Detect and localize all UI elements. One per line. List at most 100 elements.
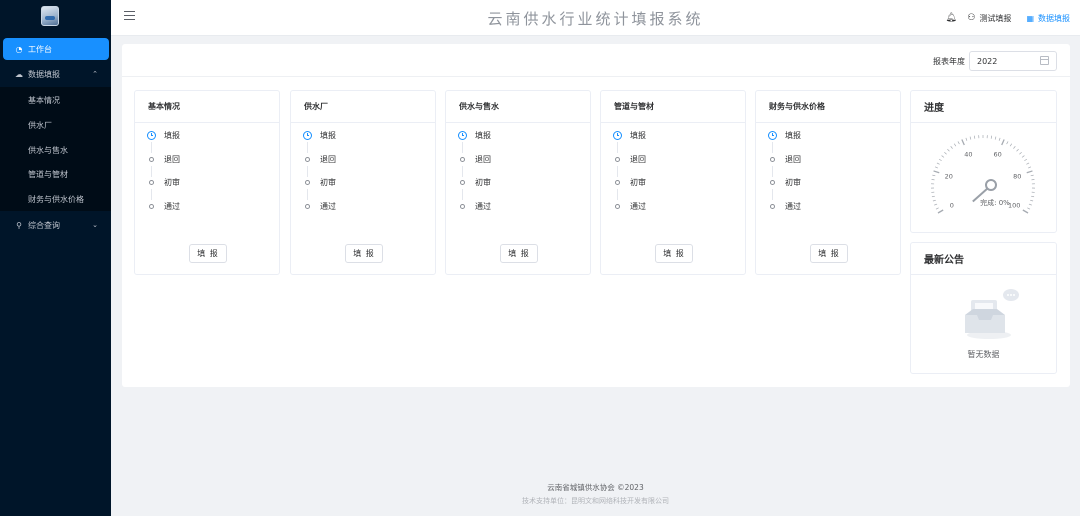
status-step: 退回	[458, 155, 491, 179]
gauge-minor-tick	[1019, 151, 1022, 155]
sidebar-item-dashboard[interactable]: ◔ 工作台	[3, 38, 109, 60]
fill-report-button[interactable]: 填 报	[500, 244, 538, 263]
sidebar-subitem-pipes[interactable]: 管道与管材	[0, 162, 111, 186]
data-report-label: 数据填报	[1038, 13, 1070, 23]
top-header: 云南供水行业统计填报系统 🔔︎ ⚇ 测试填报 ▦ 数据填报	[111, 0, 1080, 36]
status-step: 退回	[147, 155, 180, 179]
clock-icon	[768, 131, 777, 140]
step-dot-icon	[303, 178, 312, 187]
sidebar-subitem-finance[interactable]: 财务与供水价格	[0, 187, 111, 211]
clock-icon	[147, 131, 156, 140]
fill-report-button[interactable]: 填 报	[810, 244, 848, 263]
year-label: 报表年度	[933, 57, 965, 66]
gauge-minor-tick	[1031, 195, 1035, 198]
card-title: 供水厂	[291, 91, 435, 123]
sidebar-subitem-plant[interactable]: 供水厂	[0, 113, 111, 137]
step-label: 初审	[785, 178, 801, 187]
status-step: 通过	[458, 202, 491, 226]
gauge-major-tick	[961, 139, 965, 146]
step-connector	[617, 165, 618, 177]
card-title: 管道与管材	[601, 91, 745, 123]
fill-report-button[interactable]: 填 报	[655, 244, 693, 263]
step-dot-icon	[147, 155, 156, 164]
gauge-tick-label: 20	[945, 172, 953, 180]
step-label: 退回	[630, 154, 646, 164]
status-step: 填报	[458, 131, 491, 155]
fill-report-button[interactable]: 填 报	[189, 244, 227, 263]
gauge-minor-tick	[994, 136, 997, 140]
year-picker[interactable]: 2022	[969, 51, 1057, 71]
step-label: 通过	[475, 201, 491, 211]
gauge-minor-tick	[934, 166, 938, 169]
gauge-major-tick	[937, 209, 944, 214]
step-dot-icon	[768, 178, 777, 187]
step-label: 填报	[320, 131, 336, 140]
gauge-minor-tick	[944, 151, 947, 155]
sidebar-subitem-basic[interactable]: 基本情况	[0, 88, 111, 112]
gauge-minor-tick	[938, 158, 942, 162]
status-step: 退回	[768, 155, 801, 179]
step-connector	[772, 142, 773, 153]
gauge-minor-tick	[934, 203, 938, 206]
sidebar-subitem-label: 基本情况	[28, 95, 60, 105]
report-card-2: 供水与售水 填报 退回 初审 通过 填 报	[445, 90, 591, 275]
notice-title: 最新公告	[911, 243, 1056, 275]
data-report-link[interactable]: ▦ 数据填报	[1026, 13, 1070, 24]
step-dot-icon	[303, 202, 312, 211]
gauge-minor-tick	[990, 135, 993, 139]
status-step: 填报	[303, 131, 336, 155]
gauge-minor-tick	[932, 174, 936, 177]
card-title: 基本情况	[135, 91, 279, 123]
step-connector	[462, 165, 463, 177]
step-dot-icon	[458, 155, 467, 164]
gauge-tick-label: 80	[1013, 172, 1021, 180]
gauge-minor-tick	[932, 199, 936, 202]
gauge-major-tick	[1001, 139, 1005, 146]
sidebar-item-query[interactable]: ⚲ 综合查询 ⌄	[0, 213, 111, 237]
status-steps: 填报 退回 初审 通过	[613, 131, 646, 225]
notice-card: 最新公告 暂无数据	[910, 242, 1057, 374]
report-card-0: 基本情况 填报 退回 初审 通过 填 报	[134, 90, 280, 275]
user-menu[interactable]: ⚇ 测试填报	[967, 13, 1011, 24]
bell-icon[interactable]: 🔔︎	[945, 13, 956, 23]
gauge-tick-label: 60	[994, 151, 1002, 159]
step-label: 填报	[785, 131, 801, 140]
gauge-minor-tick	[1028, 203, 1032, 206]
step-label: 填报	[164, 131, 180, 140]
step-dot-icon	[613, 202, 622, 211]
step-connector	[617, 142, 618, 153]
cloud-upload-icon: ☁	[15, 69, 23, 79]
footer-support: 技术支持单位：昆明文和网络科技开发有限公司	[522, 497, 669, 505]
step-dot-icon	[458, 202, 467, 211]
gauge-minor-tick	[957, 141, 960, 145]
status-step: 退回	[303, 155, 336, 179]
gauge-major-tick	[1026, 170, 1033, 174]
fill-report-button[interactable]: 填 报	[345, 244, 383, 263]
step-dot-icon	[147, 202, 156, 211]
status-step: 通过	[147, 202, 180, 226]
card-title: 财务与供水价格	[756, 91, 900, 123]
report-card-3: 管道与管材 填报 退回 初审 通过 填 报	[600, 90, 746, 275]
step-label: 初审	[320, 178, 336, 187]
status-steps: 填报 退回 初审 通过	[458, 131, 491, 225]
gauge-tick-label: 40	[964, 151, 972, 159]
user-icon: ⚇	[967, 13, 976, 23]
step-label: 退回	[475, 154, 491, 164]
gauge-minor-tick	[950, 146, 953, 149]
progress-card: 进度 0 20 40 60 80 100 完成: 0%	[910, 90, 1057, 233]
gauge-minor-tick	[1027, 207, 1031, 210]
step-connector	[772, 189, 773, 200]
sidebar-item-data-report[interactable]: ☁ 数据填报 ⌃	[0, 62, 111, 86]
report-card-4: 财务与供水价格 填报 退回 初审 通过 填 报	[755, 90, 901, 275]
step-connector	[307, 165, 308, 177]
sidebar: ◔ 工作台 ☁ 数据填报 ⌃ 基本情况 供水厂 供水与售水 管道与管材 财务与供…	[0, 0, 111, 516]
sidebar-subitem-supply-sales[interactable]: 供水与售水	[0, 138, 111, 162]
step-dot-icon	[458, 178, 467, 187]
step-label: 初审	[630, 178, 646, 187]
status-steps: 填报 退回 初审 通过	[303, 131, 336, 225]
sidebar-subitem-label: 供水与售水	[28, 145, 68, 155]
gauge-minor-tick	[1009, 143, 1013, 147]
step-connector	[151, 142, 152, 153]
footer-copyright: 云南省城镇供水协会 ©2023	[547, 483, 644, 492]
gauge-minor-tick	[1016, 148, 1019, 152]
